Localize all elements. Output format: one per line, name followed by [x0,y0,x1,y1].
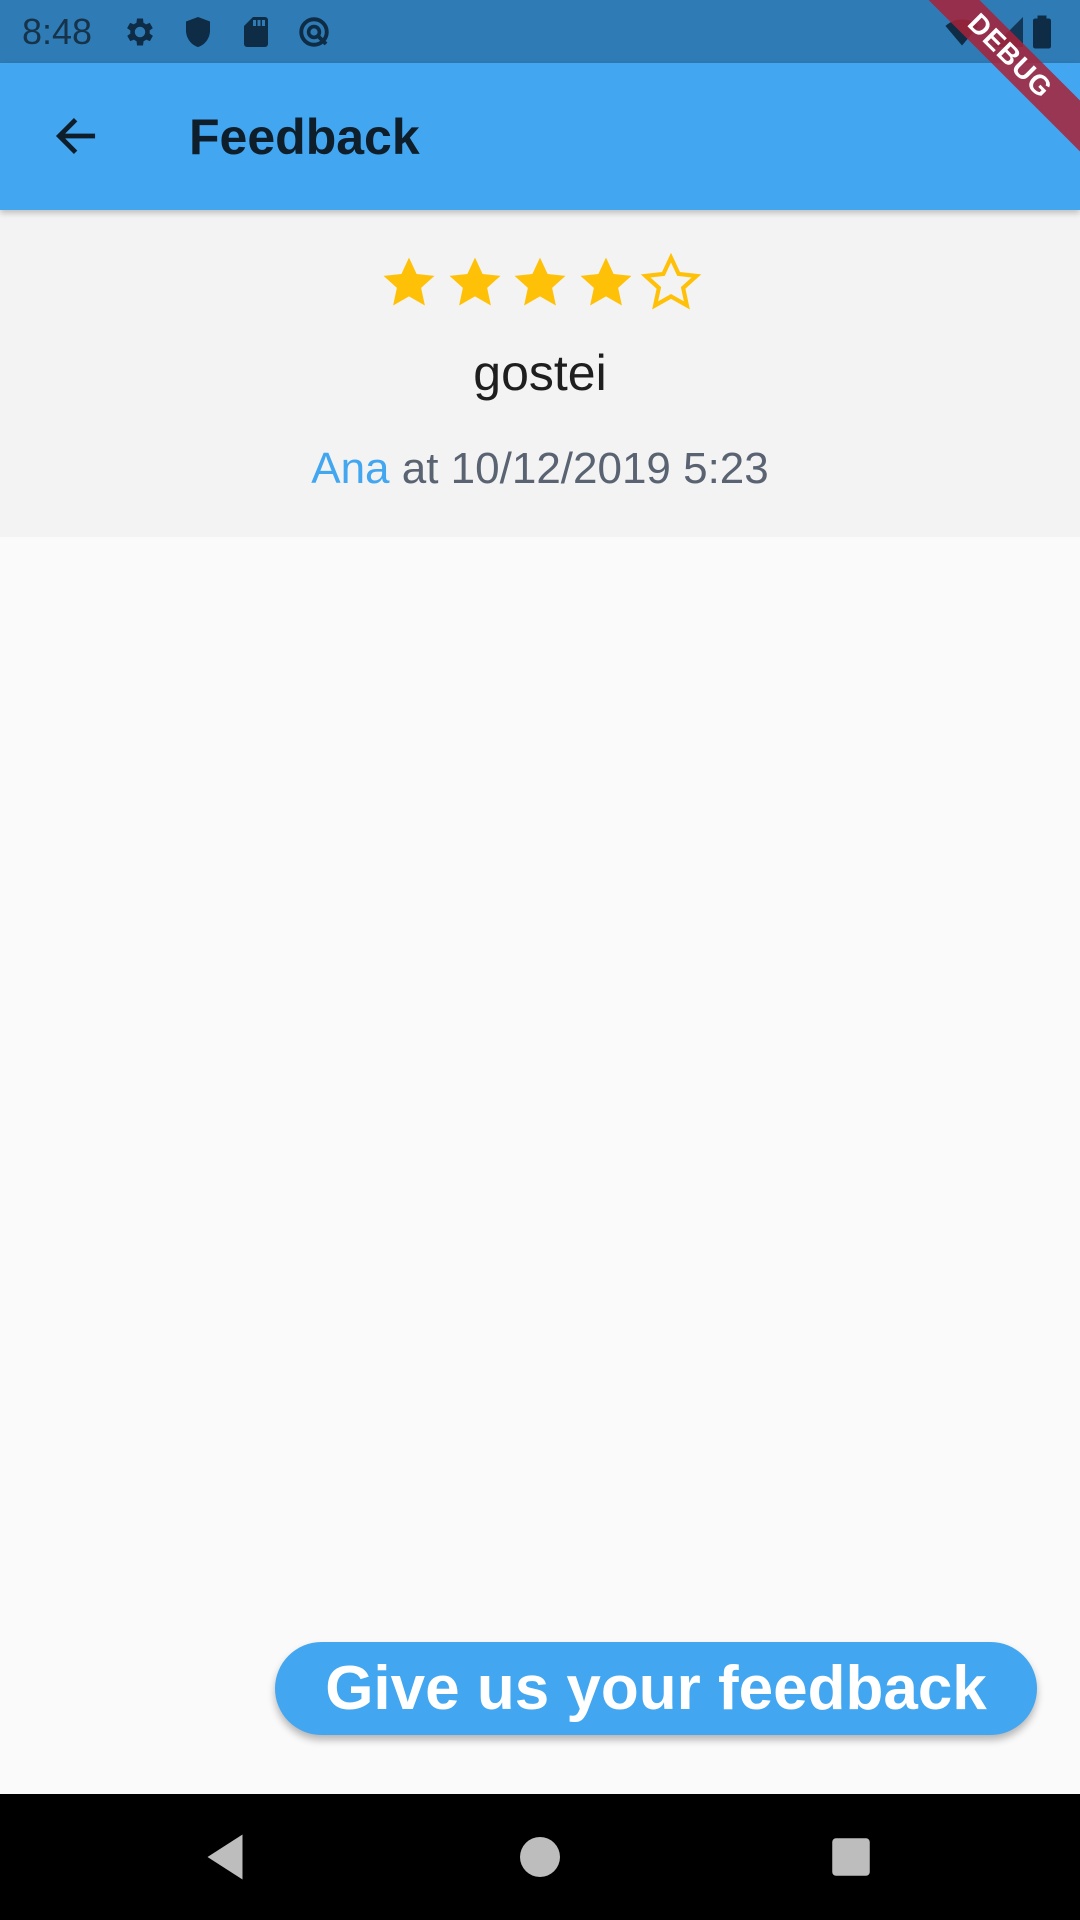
give-feedback-button[interactable]: Give us your feedback [275,1642,1037,1735]
feedback-meta: Ana at 10/12/2019 5:23 [0,442,1080,496]
feedback-author[interactable]: Ana [311,444,389,493]
back-button[interactable] [34,94,118,178]
signal-icon [990,14,1026,50]
star-filled-icon [514,257,566,306]
star-filled-icon [449,257,500,306]
feedback-timestamp: at 10/12/2019 5:23 [389,444,769,493]
app-bar: Feedback [0,63,1080,210]
nav-home-icon[interactable] [510,1827,570,1887]
battery-icon [1030,14,1054,50]
feedback-card: gostei Ana at 10/12/2019 5:23 [0,210,1080,537]
status-time: 8:48 [22,11,93,52]
nav-recents-icon[interactable] [821,1827,881,1887]
data-saver-icon [296,14,332,50]
star-rating [378,252,702,318]
system-nav-bar [0,1794,1080,1920]
settings-icon [122,14,158,50]
give-feedback-label: Give us your feedback [325,1653,987,1723]
star-outline-icon [640,252,702,310]
status-bar: 8:48 [0,0,1080,63]
page-title: Feedback [189,109,420,165]
star-filled-icon [580,257,631,306]
star-filled-icon [383,257,435,306]
feedback-comment: gostei [473,345,607,401]
shield-icon [180,14,216,50]
nav-back-icon[interactable] [195,1827,255,1887]
sd-card-icon [238,14,274,50]
wifi-icon [944,14,980,50]
arrow-back-icon [55,118,96,154]
